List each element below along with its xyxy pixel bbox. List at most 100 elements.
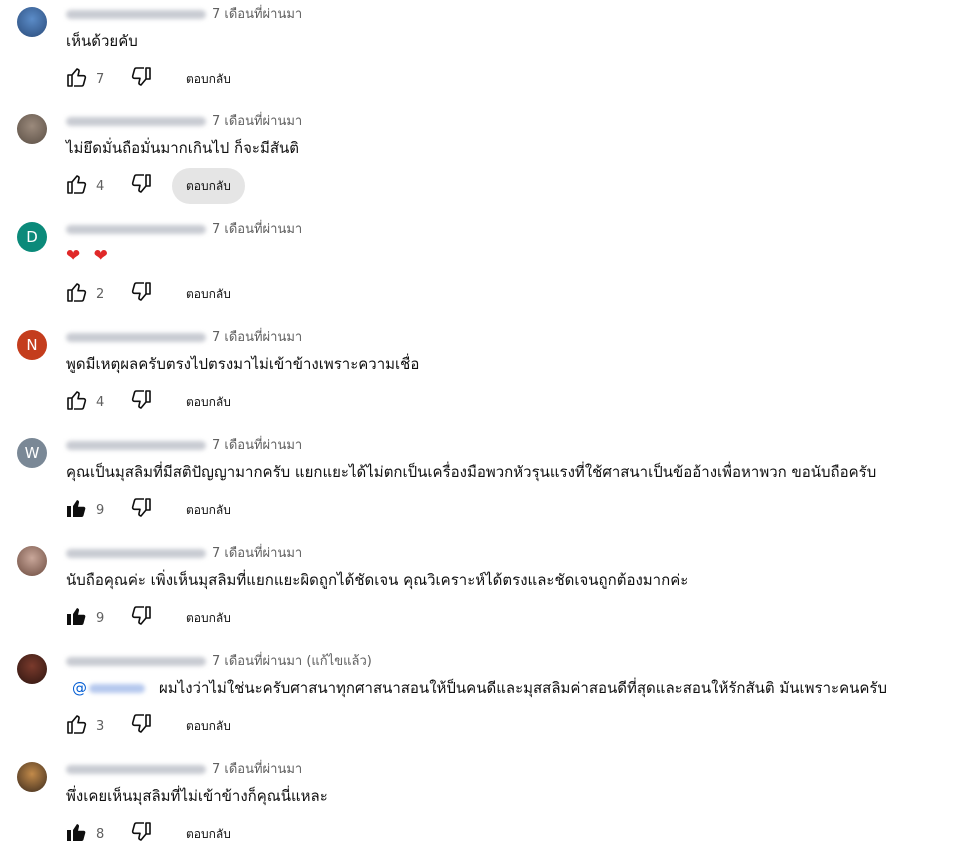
like-button[interactable]	[62, 388, 90, 416]
comment-actions: 2 ตอบกลับ	[62, 276, 245, 312]
like-count: 7	[96, 71, 105, 87]
like-count: 9	[96, 610, 105, 626]
reply-button[interactable]: ตอบกลับ	[172, 384, 245, 420]
comment-actions: 9 ตอบกลับ	[62, 492, 245, 528]
like-button[interactable]	[62, 280, 90, 308]
reply-button[interactable]: ตอบกลับ	[172, 816, 245, 852]
avatar[interactable]: W	[17, 438, 47, 468]
reply-button[interactable]: ตอบกลับ	[172, 708, 245, 744]
reply-button[interactable]: ตอบกลับ	[172, 600, 245, 636]
comment-text-container: พึ่งเคยเห็นมุสลิมที่ไม่เข้าข้างก็คุณนี่แ…	[66, 784, 328, 808]
like-count: 4	[96, 394, 105, 410]
avatar[interactable]	[17, 654, 47, 684]
thumbs-up-icon	[64, 280, 88, 308]
author-handle-blurred[interactable]	[66, 10, 206, 19]
comment-item: 7 เดือนที่ผ่านมาพึ่งเคยเห็นมุสลิมที่ไม่เ…	[0, 760, 971, 868]
mention-link[interactable]: @	[72, 679, 159, 697]
thumbs-up-filled-icon	[64, 820, 88, 848]
author-handle-blurred[interactable]	[66, 549, 206, 558]
comment-item: D 7 เดือนที่ผ่านมา ❤ ❤ 2 ตอบกลับ	[0, 220, 971, 328]
reply-button[interactable]: ตอบกลับ	[172, 61, 245, 97]
like-button[interactable]	[62, 712, 90, 740]
like-button[interactable]	[62, 172, 90, 200]
like-count: 8	[96, 826, 105, 842]
like-count: 3	[96, 718, 105, 734]
reply-button[interactable]: ตอบกลับ	[172, 492, 245, 528]
comment-text-container: @ ผมไงว่าไม่ใช่นะครับศาสนาทุกศาสนาสอนให้ป…	[72, 676, 887, 700]
comment-text-container: ❤ ❤	[66, 244, 112, 268]
reply-button[interactable]: ตอบกลับ	[172, 168, 245, 204]
comment-text: ไม่ยึดมั่นถือมั่นมากเกินไป ก็จะมีสันติ	[66, 139, 299, 157]
avatar-letter: D	[26, 228, 38, 246]
comment-time[interactable]: 7 เดือนที่ผ่านมา	[212, 546, 302, 561]
author-handle-blurred[interactable]	[66, 225, 206, 234]
avatar[interactable]: D	[17, 222, 47, 252]
comment-text: ❤ ❤	[66, 246, 112, 266]
comment-item: 7 เดือนที่ผ่านมา (แก้ไขแล้ว) @ ผมไงว่าไม่ใ…	[0, 652, 971, 760]
comment-actions: 4 ตอบกลับ	[62, 384, 245, 420]
author-handle-blurred[interactable]	[66, 117, 206, 126]
comment-item: N 7 เดือนที่ผ่านมาพูดมีเหตุผลครับตรงไปตรง…	[0, 328, 971, 436]
dislike-button[interactable]	[128, 820, 156, 848]
comment-item: W 7 เดือนที่ผ่านมาคุณเป็นมุสลิมที่มีสติปั…	[0, 436, 971, 544]
comment-text: ผมไงว่าไม่ใช่นะครับศาสนาทุกศาสนาสอนให้ป็…	[159, 679, 887, 697]
dislike-button[interactable]	[128, 65, 156, 93]
avatar-letter: W	[24, 444, 40, 462]
like-button[interactable]	[62, 820, 90, 848]
comment-item: 7 เดือนที่ผ่านมาไม่ยึดมั่นถือมั่นมากเกิน…	[0, 112, 971, 220]
comment-time[interactable]: 7 เดือนที่ผ่านมา	[212, 762, 302, 777]
comment-actions: 7 ตอบกลับ	[62, 61, 245, 97]
comment-actions: 3 ตอบกลับ	[62, 708, 245, 744]
dislike-button[interactable]	[128, 604, 156, 632]
comment-time[interactable]: 7 เดือนที่ผ่านมา	[212, 7, 302, 22]
comment-header: 7 เดือนที่ผ่านมา (แก้ไขแล้ว)	[66, 652, 372, 672]
thumbs-up-icon	[64, 388, 88, 416]
like-count: 2	[96, 286, 105, 302]
comment-actions: 4 ตอบกลับ	[62, 168, 245, 204]
comment-time[interactable]: 7 เดือนที่ผ่านมา	[212, 222, 302, 237]
avatar[interactable]	[17, 762, 47, 792]
author-handle-blurred[interactable]	[66, 333, 206, 342]
dislike-button[interactable]	[128, 496, 156, 524]
thumbs-up-icon	[64, 172, 88, 200]
thumbs-down-icon	[130, 172, 154, 200]
thumbs-up-icon	[64, 712, 88, 740]
comment-header: 7 เดือนที่ผ่านมา	[66, 760, 302, 780]
comment-item: 7 เดือนที่ผ่านมา นับถือคุณค่ะ เพิ่งเห็นมุ…	[0, 544, 971, 652]
like-button[interactable]	[62, 496, 90, 524]
thumbs-down-icon	[130, 604, 154, 632]
comment-time[interactable]: 7 เดือนที่ผ่านมา (แก้ไขแล้ว)	[212, 654, 372, 669]
avatar[interactable]	[17, 114, 47, 144]
comment-header: 7 เดือนที่ผ่านมา	[66, 5, 302, 25]
mention-at: @	[72, 679, 87, 697]
comment-header: 7 เดือนที่ผ่านมา	[66, 328, 302, 348]
dislike-button[interactable]	[128, 712, 156, 740]
thumbs-up-filled-icon	[64, 496, 88, 524]
comment-text-container: พูดมีเหตุผลครับตรงไปตรงมาไม่เข้าข้างเพรา…	[66, 352, 419, 376]
comment-text-container: คุณเป็นมุสลิมที่มีสติปัญญามากครับ แยกแยะ…	[66, 460, 876, 484]
author-handle-blurred[interactable]	[66, 441, 206, 450]
like-count: 4	[96, 178, 105, 194]
author-handle-blurred[interactable]	[66, 765, 206, 774]
comment-text: พูดมีเหตุผลครับตรงไปตรงมาไม่เข้าข้างเพรา…	[66, 355, 420, 373]
mention-handle-blurred	[89, 684, 145, 693]
comment-header: 7 เดือนที่ผ่านมา	[66, 436, 302, 456]
avatar[interactable]	[17, 546, 47, 576]
avatar[interactable]	[17, 7, 47, 37]
like-button[interactable]	[62, 65, 90, 93]
comment-text-container: ไม่ยึดมั่นถือมั่นมากเกินไป ก็จะมีสันติ	[66, 136, 299, 160]
thumbs-down-icon	[130, 280, 154, 308]
reply-button[interactable]: ตอบกลับ	[172, 276, 245, 312]
author-handle-blurred[interactable]	[66, 657, 206, 666]
comment-text: พึ่งเคยเห็นมุสลิมที่ไม่เข้าข้างก็คุณนี่แ…	[66, 787, 328, 805]
comment-time[interactable]: 7 เดือนที่ผ่านมา	[212, 114, 302, 129]
comment-time[interactable]: 7 เดือนที่ผ่านมา	[212, 438, 302, 453]
like-button[interactable]	[62, 604, 90, 632]
thumbs-down-icon	[130, 65, 154, 93]
dislike-button[interactable]	[128, 280, 156, 308]
dislike-button[interactable]	[128, 388, 156, 416]
comment-time[interactable]: 7 เดือนที่ผ่านมา	[212, 330, 302, 345]
thumbs-down-icon	[130, 820, 154, 848]
dislike-button[interactable]	[128, 172, 156, 200]
avatar[interactable]: N	[17, 330, 47, 360]
